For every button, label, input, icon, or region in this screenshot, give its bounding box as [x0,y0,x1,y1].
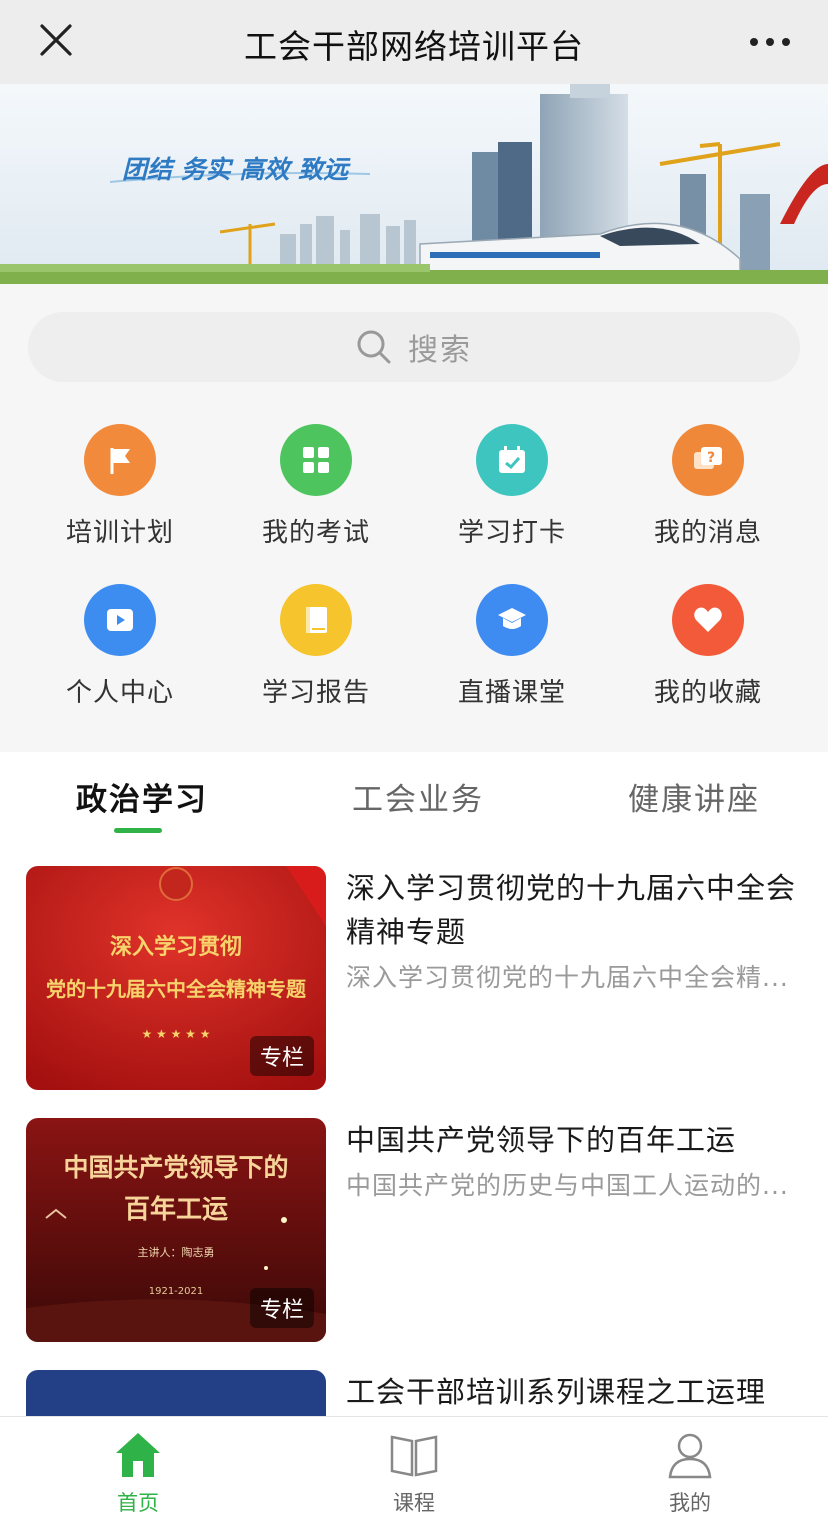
tab-union-business[interactable]: 工会业务 [352,774,484,819]
shortcut-my-favorites[interactable]: 我的收藏 [618,580,798,720]
shortcut-label: 学习报告 [261,678,370,708]
shortcut-my-messages[interactable]: ? 我的消息 [618,420,798,560]
search-icon [357,330,391,364]
column-badge: 专栏 [249,1036,314,1076]
course-description: 中国共产党的历史与中国工人运动的... [346,1171,789,1200]
nav-label: 首页 [117,1491,159,1515]
category-tabs: 政治学习 工会业务 健康讲座 [0,752,828,842]
course-item[interactable]: 工会干部培训系列课程之工运理 [0,1346,828,1416]
book-open-icon [390,1435,438,1477]
banner-image[interactable]: 团结 务实 高效 致远 [0,84,828,284]
more-icon[interactable] [746,20,798,64]
shortcut-training-plan[interactable]: 培训计划 [30,420,210,560]
home-icon [116,1433,160,1477]
course-title: 深入学习贯彻党的十九届六中全会精神专题 [346,871,797,949]
top-bar: 工会干部网络培训平台 [0,0,828,84]
nav-mine[interactable]: 我的 [552,1417,828,1528]
shortcut-label: 学习打卡 [457,518,566,548]
shortcut-my-exam[interactable]: 我的考试 [226,420,406,560]
search-placeholder: 搜索 [408,333,472,368]
shortcut-label: 我的考试 [261,518,370,548]
page-title: 工会干部网络培训平台 [244,27,584,66]
flag-icon [84,424,156,496]
svg-text:?: ? [707,450,715,466]
shortcut-label: 个人中心 [65,678,174,708]
course-title: 中国共产党领导下的百年工运 [346,1123,737,1157]
course-item[interactable]: 中国共产党领导下的 百年工运 主讲人：陶志勇 1921-2021 专栏 中国共产… [0,1094,828,1344]
shortcut-label: 我的消息 [653,518,762,548]
heart-icon [672,584,744,656]
user-icon [668,1433,712,1479]
course-thumbnail: 中国共产党领导下的 百年工运 主讲人：陶志勇 1921-2021 专栏 [26,1118,326,1342]
course-description: 深入学习贯彻党的十九届六中全会精... [346,963,789,992]
calendar-check-icon [476,424,548,496]
shortcut-live-class[interactable]: 直播课堂 [422,580,602,720]
grid-icon [280,424,352,496]
course-thumbnail: 深入学习贯彻 党的十九届六中全会精神专题 ★ ★ ★ ★ ★ 专栏 [26,866,326,1090]
search-input[interactable]: 搜索 [28,312,800,382]
bottom-nav: 首页 课程 我的 [0,1416,828,1528]
thumb-title-line1: 中国共产党领导下的 [63,1153,288,1182]
thumb-title-line1: 深入学习贯彻 [110,934,242,960]
shortcut-label: 培训计划 [65,518,174,548]
thumb-speaker: 主讲人：陶志勇 [138,1245,215,1259]
shortcut-study-checkin[interactable]: 学习打卡 [422,420,602,560]
tab-politics[interactable]: 政治学习 [76,774,208,819]
course-item[interactable]: 深入学习贯彻 党的十九届六中全会精神专题 ★ ★ ★ ★ ★ 专栏 深入学习贯彻… [0,842,828,1092]
column-badge: 专栏 [249,1288,314,1328]
course-thumbnail [26,1370,326,1416]
thumb-title-line2: 百年工运 [124,1194,228,1225]
nav-label: 我的 [669,1491,711,1515]
play-video-icon [84,584,156,656]
course-list: 深入学习贯彻 党的十九届六中全会精神专题 ★ ★ ★ ★ ★ 专栏 深入学习贯彻… [0,842,828,1416]
shortcut-study-report[interactable]: 学习报告 [226,580,406,720]
shortcut-label: 我的收藏 [653,678,762,708]
nav-courses[interactable]: 课程 [276,1417,552,1528]
message-question-icon: ? [672,424,744,496]
shortcut-label: 直播课堂 [457,678,566,708]
graduation-cap-icon [476,584,548,656]
banner-slogan: 团结 务实 高效 致远 [122,155,351,184]
active-tab-indicator [114,828,162,833]
svg-text:★ ★ ★ ★ ★: ★ ★ ★ ★ ★ [141,1027,210,1041]
nav-home[interactable]: 首页 [0,1417,276,1528]
thumb-years: 1921-2021 [149,1286,204,1297]
quick-area: 搜索 培训计划 我的考试 学习打卡 ? 我的消息 个人中心 学习报告 直播课堂 … [0,284,828,752]
course-title: 工会干部培训系列课程之工运理 [346,1375,767,1409]
nav-label: 课程 [393,1491,435,1515]
tab-health-lecture[interactable]: 健康讲座 [628,774,760,819]
shortcut-personal-center[interactable]: 个人中心 [30,580,210,720]
thumb-title-line2: 党的十九届六中全会精神专题 [46,977,307,1001]
book-icon [280,584,352,656]
